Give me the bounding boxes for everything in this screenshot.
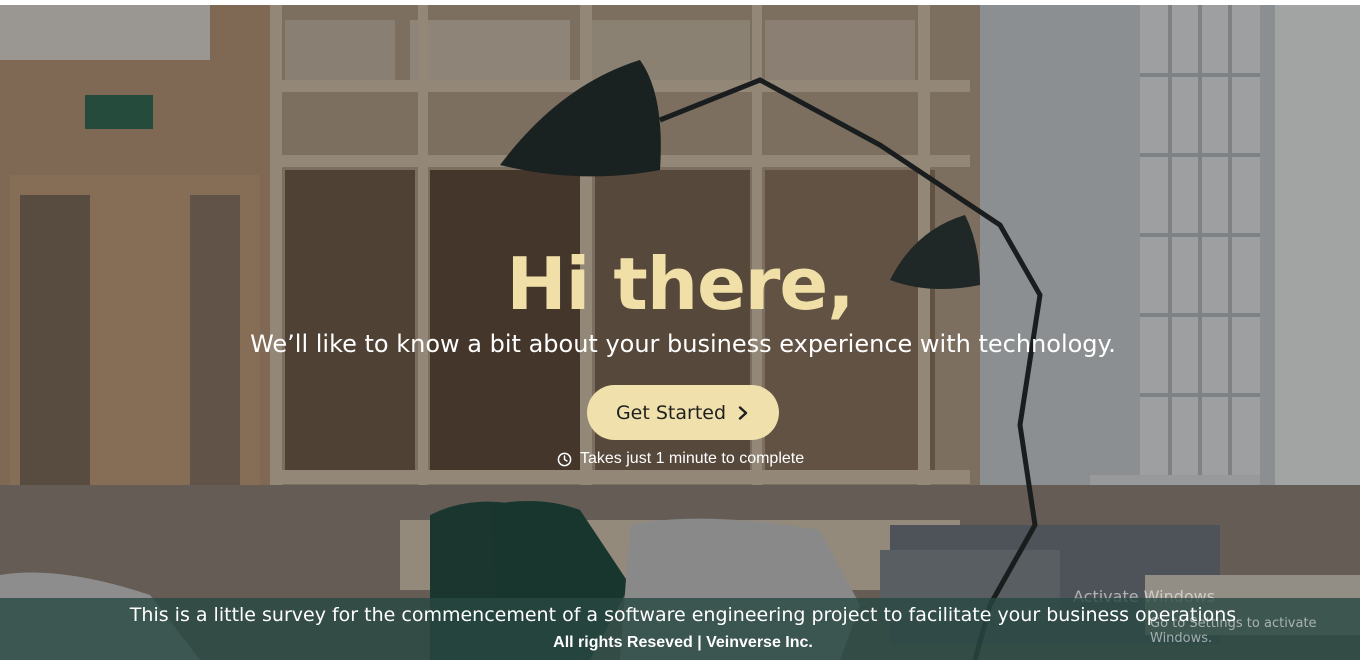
chevron-right-icon: [738, 405, 748, 420]
get-started-button[interactable]: Get Started: [587, 385, 779, 440]
hero-section: Hi there, We’ll like to know a bit about…: [0, 5, 1360, 660]
get-started-label: Get Started: [615, 401, 727, 424]
page-subtitle: We’ll like to know a bit about your busi…: [250, 330, 1116, 358]
time-note: Takes just 1 minute to complete: [557, 450, 804, 468]
page-title: Hi there,: [506, 242, 854, 326]
time-note-text: Takes just 1 minute to complete: [580, 450, 805, 467]
clock-icon: [557, 452, 572, 466]
activate-windows-subtitle: Go to Settings to activate Windows.: [1150, 616, 1317, 646]
hero-content: Hi there, We’ll like to know a bit about…: [0, 5, 1360, 660]
